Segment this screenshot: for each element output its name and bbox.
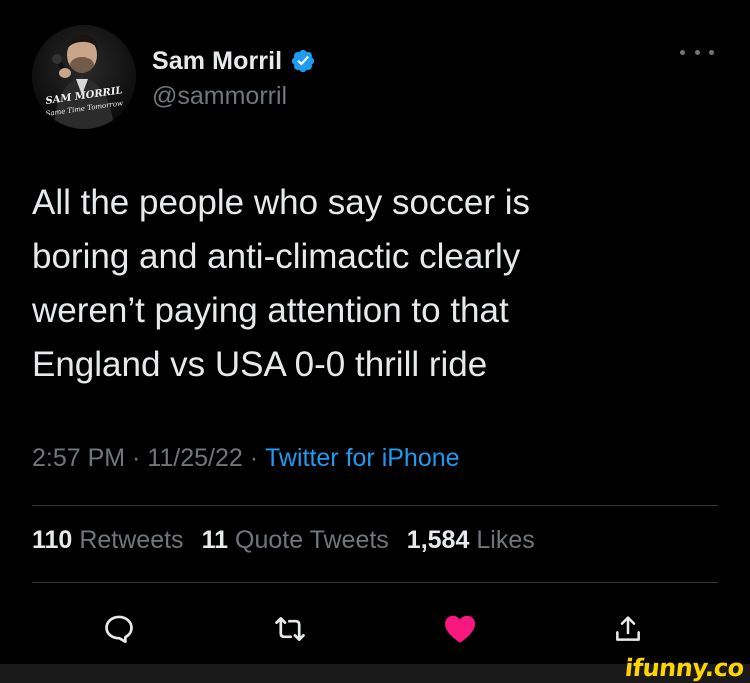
meta-separator: · — [242, 444, 266, 472]
retweet-icon — [275, 617, 305, 641]
retweet-button[interactable] — [270, 609, 310, 649]
tweet-metadata: 2:57 PM · 11/25/22 · Twitter for iPhone — [32, 444, 460, 473]
more-options-icon[interactable] — [680, 42, 714, 62]
quote-tweets-count: 11 — [201, 526, 228, 554]
likes-stat[interactable]: 1,584 Likes — [407, 526, 535, 555]
reply-icon — [105, 615, 133, 644]
divider — [32, 505, 718, 506]
tweet-text: All the people who say soccer is boring … — [32, 183, 531, 384]
avatar-image: SAM MORRIL Same Time Tomorrow — [32, 25, 136, 129]
tweet-source-link[interactable]: Twitter for iPhone — [265, 444, 460, 473]
tweet-card: SAM MORRIL Same Time Tomorrow Sam Morril… — [0, 0, 750, 664]
tweet-stats: 110 Retweets 11 Quote Tweets 1,584 Likes — [32, 526, 553, 555]
like-icon — [445, 615, 475, 643]
avatar[interactable]: SAM MORRIL Same Time Tomorrow — [32, 25, 136, 129]
share-icon — [616, 616, 640, 641]
retweets-stat[interactable]: 110 Retweets — [32, 526, 184, 555]
ifunny-watermark: ifunny.co — [623, 654, 746, 682]
author-display-name[interactable]: Sam Morril — [152, 47, 282, 76]
author-handle[interactable]: @sammorril — [152, 82, 287, 111]
quote-tweets-label: Quote Tweets — [235, 526, 389, 554]
share-button[interactable] — [608, 609, 648, 649]
verified-badge-icon — [292, 49, 315, 73]
author-name-row[interactable]: Sam Morril — [152, 44, 316, 78]
retweets-label: Retweets — [79, 526, 184, 554]
reply-button[interactable] — [99, 609, 139, 649]
meta-separator: · — [125, 444, 148, 472]
tweet-time[interactable]: 2:57 PM — [32, 444, 125, 473]
quote-tweets-stat[interactable]: 11 Quote Tweets — [202, 526, 389, 555]
retweets-count: 110 — [32, 526, 73, 554]
like-button[interactable] — [440, 609, 480, 649]
divider — [32, 582, 718, 583]
likes-label: Likes — [476, 526, 535, 554]
tweet-date[interactable]: 11/25/22 — [147, 444, 242, 473]
tweet-actions-bar — [0, 603, 750, 651]
likes-count: 1,584 — [406, 526, 470, 554]
